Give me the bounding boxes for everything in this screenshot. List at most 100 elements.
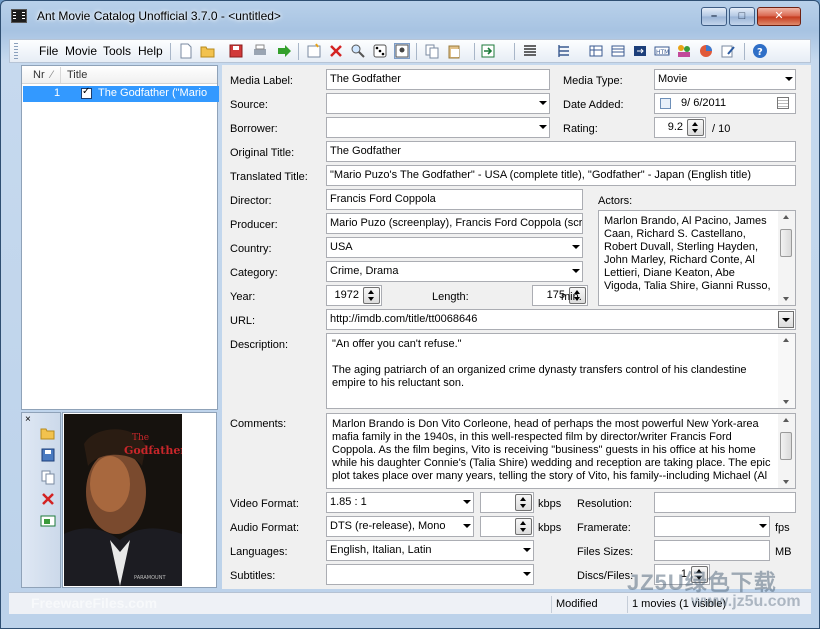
video-bitrate-field[interactable] — [480, 492, 534, 513]
media-label-field[interactable]: The Godfather — [326, 69, 550, 90]
picture-icon[interactable] — [394, 43, 410, 59]
file-sizes-field[interactable] — [654, 540, 770, 561]
media-type-select[interactable]: Movie — [654, 69, 796, 90]
column-divider[interactable] — [60, 67, 61, 83]
translated-title-field[interactable]: "Mario Puzo's The Godfather" - USA (comp… — [326, 165, 796, 186]
producer-field[interactable]: Mario Puzo (screenplay), Francis Ford Co… — [326, 213, 583, 234]
find-icon[interactable] — [350, 43, 366, 59]
maximize-button[interactable]: □ — [729, 7, 755, 26]
audio-format-select[interactable]: DTS (re-release), Mono — [326, 516, 474, 537]
chevron-down-icon[interactable] — [759, 524, 767, 528]
source-select[interactable] — [326, 93, 550, 114]
row-checkbox[interactable] — [81, 86, 92, 99]
description-memo[interactable]: "An offer you can't refuse." The aging p… — [326, 333, 796, 409]
copy-icon[interactable] — [424, 43, 440, 59]
grid-icon[interactable] — [588, 43, 604, 59]
export-icon[interactable] — [632, 43, 648, 59]
open-icon[interactable] — [200, 43, 216, 59]
date-checkbox[interactable] — [660, 98, 671, 109]
html-icon[interactable]: HTML — [654, 43, 670, 59]
scroll-down-icon[interactable] — [783, 297, 789, 301]
video-bitrate-spinner[interactable] — [515, 494, 532, 511]
menu-file[interactable]: File — [39, 44, 58, 58]
scroll-up-icon[interactable] — [783, 338, 789, 342]
stats-icon[interactable] — [698, 43, 714, 59]
chevron-down-icon[interactable] — [572, 269, 580, 273]
scroll-down-icon[interactable] — [783, 480, 789, 484]
list-view-icon[interactable] — [522, 43, 538, 59]
chevron-down-icon[interactable] — [539, 101, 547, 105]
table-row[interactable]: 1 The Godfather ("Mario — [23, 86, 219, 102]
new-icon[interactable] — [178, 43, 194, 59]
print-icon[interactable] — [252, 43, 268, 59]
scroll-thumb[interactable] — [780, 229, 792, 257]
description-scrollbar[interactable] — [778, 334, 795, 408]
chevron-down-icon[interactable] — [523, 572, 531, 576]
scroll-up-icon[interactable] — [783, 215, 789, 219]
close-panel-icon[interactable]: × — [25, 414, 31, 425]
save-icon[interactable] — [228, 43, 244, 59]
add-movie-icon[interactable] — [306, 43, 322, 59]
edit-icon[interactable] — [720, 43, 736, 59]
subtitles-select[interactable] — [326, 564, 534, 585]
framerate-select[interactable] — [654, 516, 770, 537]
borrower-select[interactable] — [326, 117, 550, 138]
import-icon[interactable] — [480, 43, 496, 59]
open-picture-icon[interactable] — [40, 425, 56, 441]
arrow-right-icon[interactable] — [276, 43, 292, 59]
url-dropdown-button[interactable] — [778, 311, 794, 328]
discs-files-field[interactable]: 1 — [654, 564, 710, 585]
group-icon[interactable] — [556, 43, 572, 59]
table-icon[interactable] — [610, 43, 626, 59]
people-icon[interactable] — [676, 43, 692, 59]
chevron-down-icon[interactable] — [523, 548, 531, 552]
category-select[interactable]: Crime, Drama — [326, 261, 583, 282]
audio-bitrate-field[interactable] — [480, 516, 534, 537]
menu-tools[interactable]: Tools — [103, 44, 131, 58]
year-field[interactable]: 1972 — [326, 285, 382, 306]
close-button[interactable]: ✕ — [757, 7, 801, 26]
original-title-field[interactable]: The Godfather — [326, 141, 796, 162]
minimize-button[interactable]: – — [701, 7, 727, 26]
audio-bitrate-spinner[interactable] — [515, 518, 532, 535]
chevron-down-icon[interactable] — [572, 245, 580, 249]
scroll-down-icon[interactable] — [783, 400, 789, 404]
movie-list[interactable]: Nr ⁄ Title 1 The Godfather ("Mario — [21, 65, 219, 410]
menu-help[interactable]: Help — [138, 44, 163, 58]
calendar-icon[interactable] — [777, 97, 789, 109]
video-format-select[interactable]: 1.85 : 1 — [326, 492, 474, 513]
languages-select[interactable]: English, Italian, Latin — [326, 540, 534, 561]
rating-spinner[interactable] — [687, 119, 704, 136]
director-field[interactable]: Francis Ford Coppola — [326, 189, 583, 210]
copy-picture-icon[interactable] — [40, 469, 56, 485]
paste-icon[interactable] — [446, 43, 462, 59]
actors-memo[interactable]: Marlon Brando, Al Pacino, James Caan, Ri… — [598, 210, 796, 306]
column-nr[interactable]: Nr — [33, 69, 45, 81]
toolbar-grip[interactable] — [14, 43, 18, 59]
resolution-field[interactable] — [654, 492, 796, 513]
menu-movie[interactable]: Movie — [65, 44, 97, 58]
actors-scrollbar[interactable] — [778, 211, 795, 305]
delete-picture-icon[interactable] — [40, 491, 56, 507]
chevron-down-icon[interactable] — [782, 318, 790, 322]
chevron-down-icon[interactable] — [785, 77, 793, 81]
column-title[interactable]: Title — [67, 69, 87, 81]
chevron-down-icon[interactable] — [539, 125, 547, 129]
country-select[interactable]: USA — [326, 237, 583, 258]
random-icon[interactable] — [372, 43, 388, 59]
scroll-thumb[interactable] — [780, 432, 792, 460]
comments-scrollbar[interactable] — [778, 414, 795, 488]
view-picture-icon[interactable] — [40, 513, 56, 529]
date-added-field[interactable]: 9/ 6/2011 — [654, 93, 796, 114]
chevron-down-icon[interactable] — [463, 500, 471, 504]
chevron-down-icon[interactable] — [463, 524, 471, 528]
comments-memo[interactable]: Marlon Brando is Don Vito Corleone, head… — [326, 413, 796, 489]
delete-icon[interactable] — [328, 43, 344, 59]
rating-field[interactable]: 9.2 — [654, 117, 706, 138]
year-spinner[interactable] — [363, 287, 380, 304]
help-icon[interactable]: ? — [752, 43, 768, 59]
save-picture-icon[interactable] — [40, 447, 56, 463]
url-select[interactable]: http://imdb.com/title/tt0068646 — [326, 309, 796, 330]
scroll-up-icon[interactable] — [783, 418, 789, 422]
discs-files-spinner[interactable] — [691, 566, 708, 583]
